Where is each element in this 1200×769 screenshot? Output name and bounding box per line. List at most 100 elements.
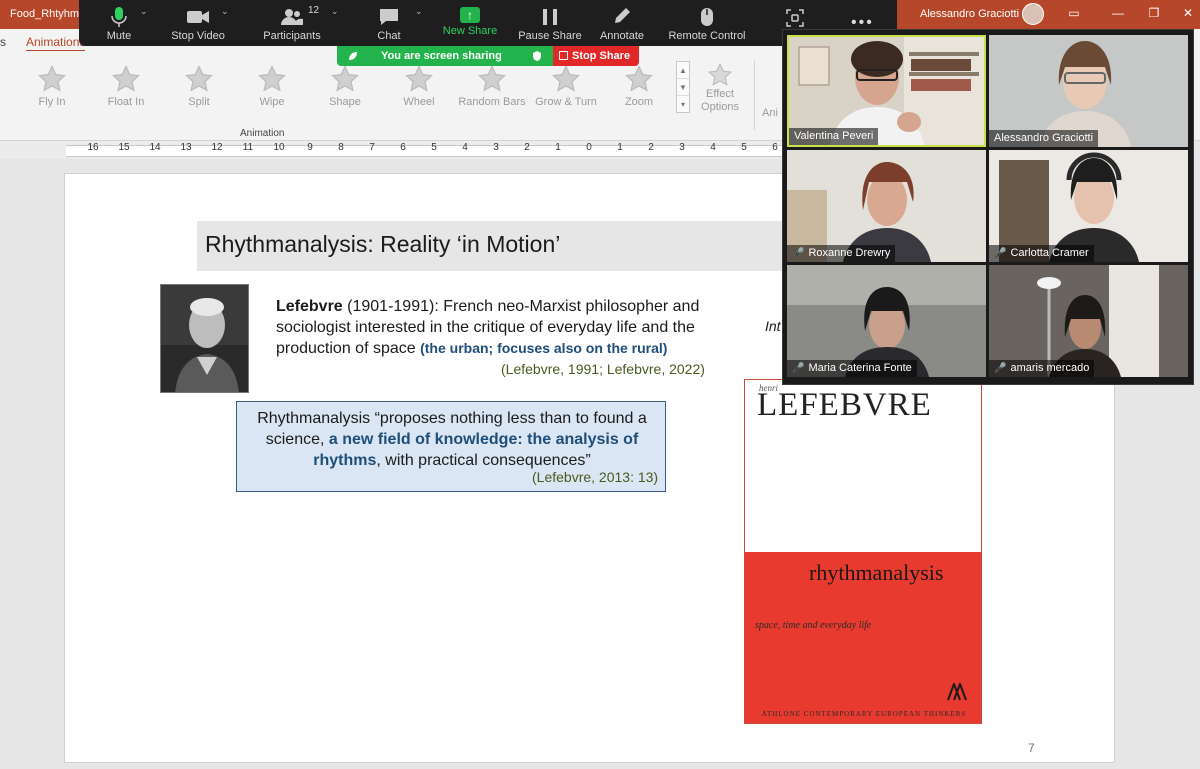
publisher-logo-icon <box>947 683 967 701</box>
slide-title[interactable]: Rhythmanalysis: Reality ‘in Motion’ <box>205 231 560 258</box>
ruler-number: 15 <box>118 142 130 153</box>
scroll-up-icon[interactable]: ▲ <box>677 62 689 79</box>
animation-fly-in[interactable]: Fly In <box>15 64 89 124</box>
animation-float-in[interactable]: Float In <box>89 64 163 124</box>
participant-name: 🎤 amaris mercado <box>989 360 1095 377</box>
quote-text-2: , with practical consequences” <box>376 452 591 469</box>
participant-name: 🎤 Roxanne Drewry <box>787 245 896 262</box>
ruler-number: 11 <box>242 142 254 153</box>
effect-options-icon <box>707 62 733 86</box>
more-icon[interactable]: ▾ <box>677 96 689 113</box>
citation-1[interactable]: (Lefebvre, 1991; Lefebvre, 2022) <box>501 361 705 377</box>
stop-share-button[interactable]: Stop Share <box>553 46 639 66</box>
book-series: ATHLONE CONTEMPORARY EUROPEAN THINKERS <box>761 710 967 718</box>
ruler-number: 14 <box>149 142 161 153</box>
participants-icon <box>281 9 303 25</box>
sharing-leaf-icon <box>349 52 357 60</box>
video-options-icon[interactable]: ⌄ <box>221 6 229 17</box>
ruler-number: 13 <box>180 142 192 153</box>
book-cover[interactable]: henri LEFEBVRE rhythmanalysis space, tim… <box>744 379 982 724</box>
muted-microphone-icon: 🎤 <box>792 363 805 374</box>
star-icon <box>38 65 66 92</box>
apps-icon[interactable] <box>785 8 805 28</box>
ruler-number: 6 <box>400 142 406 153</box>
participant-name: 🎤 Maria Caterina Fonte <box>787 360 917 377</box>
account-avatar[interactable] <box>1022 3 1044 25</box>
document-title: Food_Rhtyhm <box>10 8 80 20</box>
participants-options-icon[interactable]: ⌄ <box>331 6 339 17</box>
ruler-number: 2 <box>524 142 530 153</box>
screen-sharing-banner[interactable]: You are screen sharing <box>337 46 553 66</box>
slide-title-bar[interactable]: Rhythmanalysis: Reality ‘in Motion’ <box>197 221 787 271</box>
ruler-number: 1 <box>617 142 623 153</box>
account-name[interactable]: Alessandro Graciotti <box>920 8 1019 20</box>
muted-microphone-icon: 🎤 <box>994 363 1007 374</box>
mute-button[interactable]: Mute <box>99 0 139 46</box>
chat-button[interactable]: Chat <box>369 0 409 46</box>
star-icon <box>112 65 140 92</box>
ribbon-display-icon[interactable]: ▭ <box>1066 6 1082 20</box>
participant-name: 🎤 Carlotta Cramer <box>989 245 1094 262</box>
ruler-number: 3 <box>679 142 685 153</box>
ruler-number: 2 <box>648 142 654 153</box>
slide-page-number: 7 <box>1028 741 1035 755</box>
animation-grow-turn[interactable]: Grow & Turn <box>529 64 603 124</box>
animation-shape[interactable]: Shape <box>308 64 382 124</box>
star-icon <box>258 65 286 92</box>
restore-icon[interactable]: ❐ <box>1146 6 1162 20</box>
ruler-number: 10 <box>273 142 285 153</box>
partial-text[interactable]: Int <box>765 318 781 334</box>
animation-wipe[interactable]: Wipe <box>235 64 309 124</box>
star-icon <box>625 65 653 92</box>
share-arrow-icon: ↑ <box>460 7 480 23</box>
citation-2[interactable]: (Lefebvre, 2013: 13) <box>532 469 658 485</box>
zoom-video-gallery[interactable]: Valentina Peveri Alessandro Graciotti 🎤 R… <box>782 29 1194 385</box>
star-icon <box>405 65 433 92</box>
book-author: LEFEBVRE <box>757 387 932 423</box>
lefebvre-portrait[interactable] <box>160 284 249 393</box>
animation-zoom[interactable]: Zoom <box>602 64 676 124</box>
ruler-number: 0 <box>586 142 592 153</box>
tab-animations[interactable]: Animations <box>26 35 86 52</box>
video-tile[interactable]: 🎤 Carlotta Cramer <box>989 150 1188 262</box>
mute-options-icon[interactable]: ⌄ <box>140 6 148 17</box>
book-subtitle: space, time and everyday life <box>755 620 872 631</box>
tab-partial[interactable]: s <box>0 35 6 49</box>
author-name: Lefebvre <box>276 298 343 315</box>
advanced-animation-partial: Ani <box>762 107 778 119</box>
animation-wheel[interactable]: Wheel <box>382 64 456 124</box>
mouse-icon <box>701 8 713 26</box>
scroll-down-icon[interactable]: ▼ <box>677 79 689 96</box>
video-tile[interactable]: 🎤 amaris mercado <box>989 265 1188 377</box>
ribbon-group-divider <box>754 60 755 130</box>
new-share-button[interactable]: ↑ New Share <box>439 0 501 46</box>
animation-split[interactable]: Split <box>162 64 236 124</box>
ruler-number: 1 <box>555 142 561 153</box>
video-tile[interactable]: 🎤 Roxanne Drewry <box>787 150 986 262</box>
video-tile[interactable]: Valentina Peveri <box>787 35 986 147</box>
animation-gallery-scroll[interactable]: ▲ ▼ ▾ <box>676 61 690 113</box>
close-icon[interactable]: ✕ <box>1180 6 1196 20</box>
participant-count: 12 <box>308 5 320 16</box>
animation-random-bars[interactable]: Random Bars <box>455 64 529 124</box>
pause-share-button[interactable]: Pause Share <box>517 0 583 46</box>
ribbon-group-label: Animation <box>240 128 285 139</box>
annotate-button[interactable]: Annotate <box>595 0 649 46</box>
ruler-number: 12 <box>211 142 223 153</box>
pause-icon <box>543 9 557 25</box>
effect-options-button[interactable]: Effect Options <box>696 62 744 114</box>
ruler-number: 5 <box>741 142 747 153</box>
shield-icon <box>533 51 541 61</box>
video-camera-icon <box>187 11 209 23</box>
star-icon <box>185 65 213 92</box>
minimize-icon[interactable]: — <box>1110 6 1126 20</box>
remote-control-button[interactable]: Remote Control <box>665 0 749 46</box>
video-tile[interactable]: Alessandro Graciotti <box>989 35 1188 147</box>
ruler-number: 9 <box>307 142 313 153</box>
chat-options-icon[interactable]: ⌄ <box>415 6 423 17</box>
stop-icon <box>559 51 568 60</box>
video-tile[interactable]: 🎤 Maria Caterina Fonte <box>787 265 986 377</box>
lefebvre-description[interactable]: Lefebvre (1901-1991): French neo-Marxist… <box>276 296 726 359</box>
star-icon <box>331 65 359 92</box>
star-icon <box>552 65 580 92</box>
